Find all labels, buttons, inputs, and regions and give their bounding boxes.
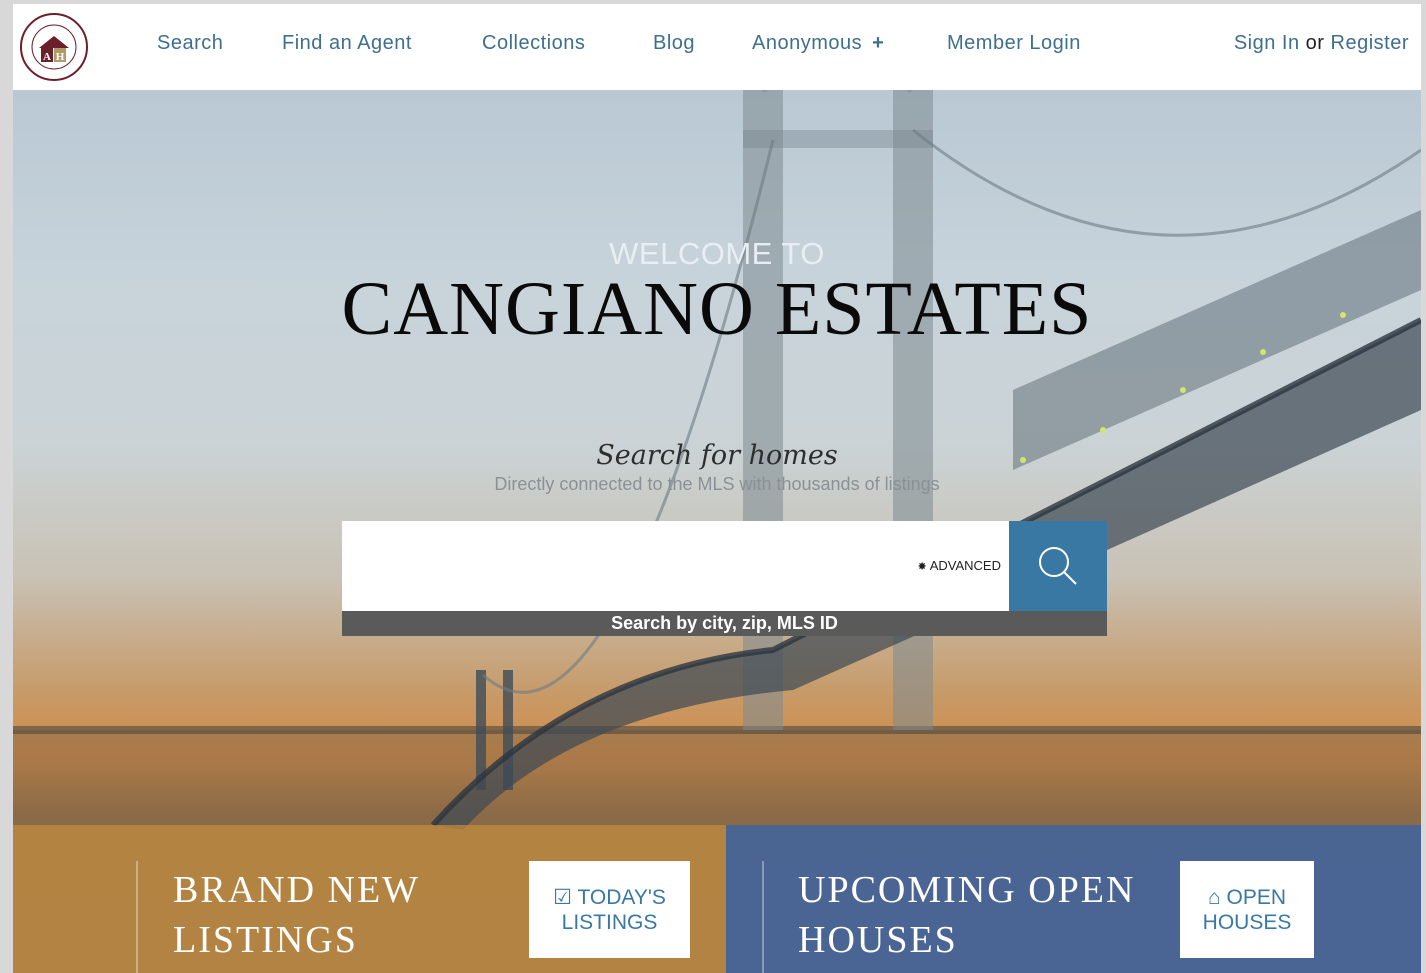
nav-collections[interactable]: Collections xyxy=(482,32,585,55)
or-text: or xyxy=(1305,32,1325,54)
heading-line: UPCOMING OPEN xyxy=(798,869,1136,911)
search-input[interactable] xyxy=(342,521,902,611)
plus-icon: + xyxy=(872,32,885,54)
cta-label-line1: OPEN xyxy=(1226,885,1287,909)
brand-new-listings-card: BRAND NEW LISTINGS ☑ TODAY'S LISTINGS xyxy=(13,825,726,973)
browser-frame: A H Search Find an Agent Collections Blo… xyxy=(0,0,1426,973)
auth-links: Sign In or Register xyxy=(1234,32,1409,55)
hero-section: WELCOME TO CANGIANO ESTATES Search for h… xyxy=(13,90,1421,973)
brand-new-listings-heading: BRAND NEW LISTINGS xyxy=(173,865,420,965)
svg-text:A: A xyxy=(43,51,51,63)
search-button[interactable] xyxy=(1009,521,1107,611)
upcoming-open-houses-card: UPCOMING OPEN HOUSES ⌂ OPEN HOUSES xyxy=(726,825,1421,973)
home-icon: ⌂ xyxy=(1207,885,1221,909)
cta-label-line2: HOUSES xyxy=(1202,910,1292,934)
nav-anonymous-label: Anonymous xyxy=(752,32,863,54)
todays-listings-button[interactable]: ☑ TODAY'S LISTINGS xyxy=(529,861,690,958)
search-box: ✸ ADVANCED xyxy=(342,521,1009,611)
nav-member-login[interactable]: Member Login xyxy=(947,32,1081,55)
site-logo[interactable]: A H xyxy=(19,12,89,82)
search-heading: Search for homes xyxy=(596,440,838,471)
cta-label-line1: TODAY'S xyxy=(577,885,666,909)
svg-text:H: H xyxy=(56,51,65,63)
upcoming-open-houses-heading: UPCOMING OPEN HOUSES xyxy=(798,865,1135,965)
search-hint-bar: Search by city, zip, MLS ID xyxy=(342,611,1107,636)
card-divider xyxy=(136,861,138,973)
heading-line: LISTINGS xyxy=(173,919,358,961)
heading-line: HOUSES xyxy=(798,919,958,961)
nav-find-agent[interactable]: Find an Agent xyxy=(282,32,412,55)
checkbox-icon: ☑ xyxy=(553,885,572,909)
search-subtext: Directly connected to the MLS with thous… xyxy=(494,474,940,494)
card-divider xyxy=(762,861,764,973)
cta-line: ☑ TODAY'S xyxy=(553,885,666,910)
nav-blog[interactable]: Blog xyxy=(653,32,695,55)
nav-anonymous[interactable]: Anonymous + xyxy=(752,32,884,55)
sign-in-link[interactable]: Sign In xyxy=(1234,32,1300,54)
advanced-label: ADVANCED xyxy=(929,558,1001,573)
search-icon xyxy=(1039,547,1077,585)
site-title: CANGIANO ESTATES xyxy=(341,267,1093,351)
logo-seal-icon: A H xyxy=(20,13,88,81)
open-houses-button[interactable]: ⌂ OPEN HOUSES xyxy=(1180,861,1314,958)
nav-search[interactable]: Search xyxy=(157,32,223,55)
page: A H Search Find an Agent Collections Blo… xyxy=(13,4,1421,973)
cta-label-line2: LISTINGS xyxy=(561,910,658,934)
heading-line: BRAND NEW xyxy=(173,869,421,911)
register-link[interactable]: Register xyxy=(1331,32,1409,54)
gear-icon: ✸ xyxy=(917,561,927,573)
top-navigation: A H Search Find an Agent Collections Blo… xyxy=(13,4,1421,90)
advanced-search-link[interactable]: ✸ ADVANCED xyxy=(918,558,1002,573)
cta-line: ⌂ OPEN xyxy=(1208,885,1286,910)
